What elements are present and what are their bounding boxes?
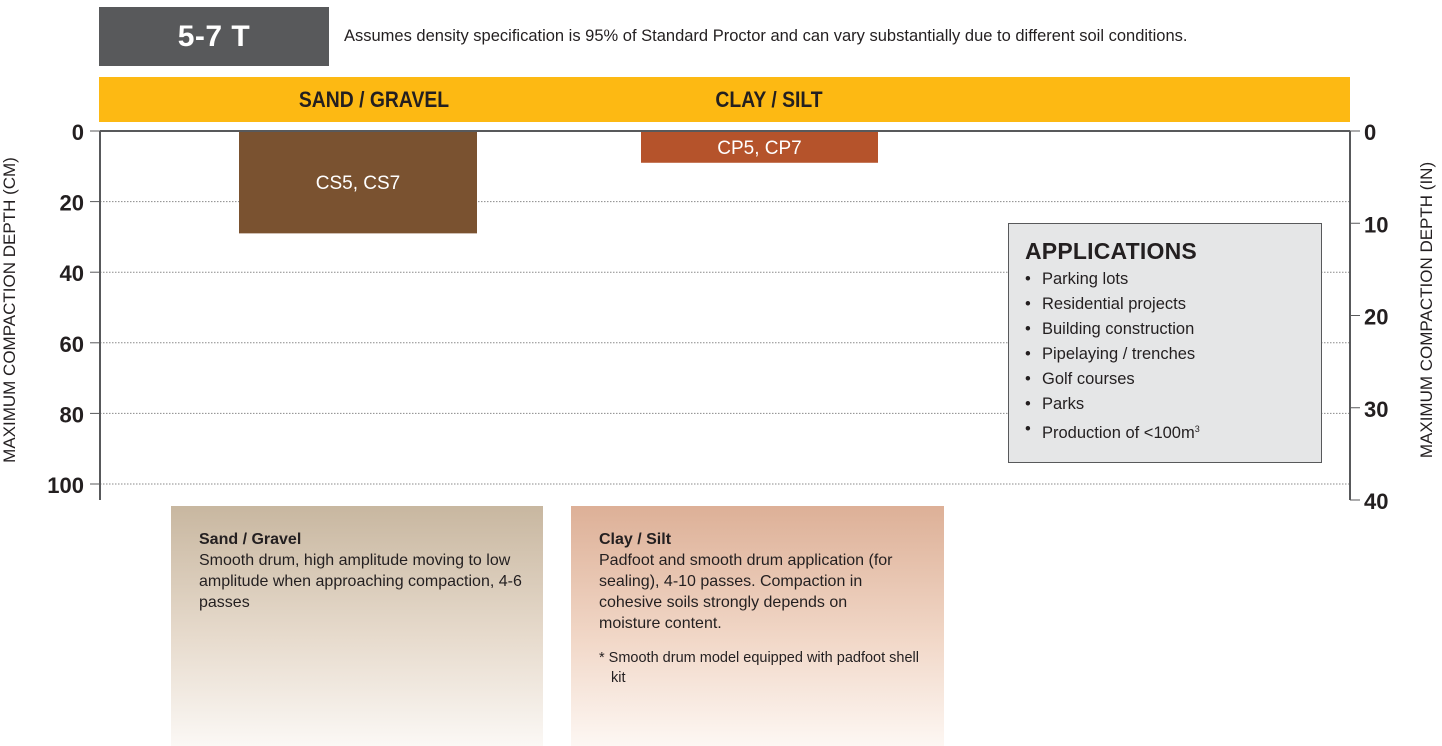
- y-right-tick-label: 20: [1364, 305, 1388, 330]
- y-axis-right-title: MAXIMUM COMPACTION DEPTH (IN): [1417, 161, 1436, 459]
- y-right-tick-label: 10: [1364, 212, 1388, 237]
- applications-title: APPLICATIONS: [1025, 238, 1197, 264]
- clay-silt-footnote: * Smooth drum model equipped with padfoo…: [599, 650, 919, 686]
- clay-silt-description: Clay / Silt Padfoot and smooth drum appl…: [571, 506, 944, 746]
- y-left-tick-label: 100: [47, 473, 84, 498]
- application-item: Building construction: [1025, 317, 1321, 342]
- application-item: Residential projects: [1025, 292, 1321, 317]
- applications-box: APPLICATIONS Parking lots Residential pr…: [1008, 223, 1322, 463]
- superscript-three: 3: [1194, 424, 1200, 434]
- clay-silt-text: Padfoot and smooth drum application (for…: [599, 552, 893, 632]
- y-left-tick-label: 80: [60, 402, 84, 427]
- y-left-tick-label: 60: [60, 332, 84, 357]
- y-right-tick-label: 30: [1364, 397, 1388, 422]
- bar-label: CS5, CS7: [316, 173, 400, 194]
- y-left-tick-label: 40: [60, 261, 84, 286]
- y-left-tick-label: 0: [72, 120, 84, 145]
- bar-label: CP5, CP7: [717, 138, 801, 159]
- sand-gravel-title: Sand / Gravel: [199, 531, 302, 548]
- application-item-text: Production of <100m: [1042, 424, 1195, 442]
- sand-gravel-text: Smooth drum, high amplitude moving to lo…: [199, 552, 522, 611]
- clay-silt-title: Clay / Silt: [599, 531, 672, 548]
- application-item: Pipelaying / trenches: [1025, 342, 1321, 367]
- application-item: Parking lots: [1025, 267, 1321, 292]
- applications-list: Parking lots Residential projects Buildi…: [1025, 267, 1321, 446]
- application-item: Golf courses: [1025, 367, 1321, 392]
- y-right-tick-label: 0: [1364, 120, 1376, 145]
- y-left-tick-label: 20: [60, 191, 84, 216]
- application-item: Parks: [1025, 392, 1321, 417]
- application-item-production: Production of <100m3: [1025, 417, 1321, 446]
- sand-gravel-description: Sand / Gravel Smooth drum, high amplitud…: [171, 506, 543, 746]
- y-axis-left-title: MAXIMUM COMPACTION DEPTH (CM): [0, 157, 19, 463]
- y-right-tick-label: 40: [1364, 489, 1388, 514]
